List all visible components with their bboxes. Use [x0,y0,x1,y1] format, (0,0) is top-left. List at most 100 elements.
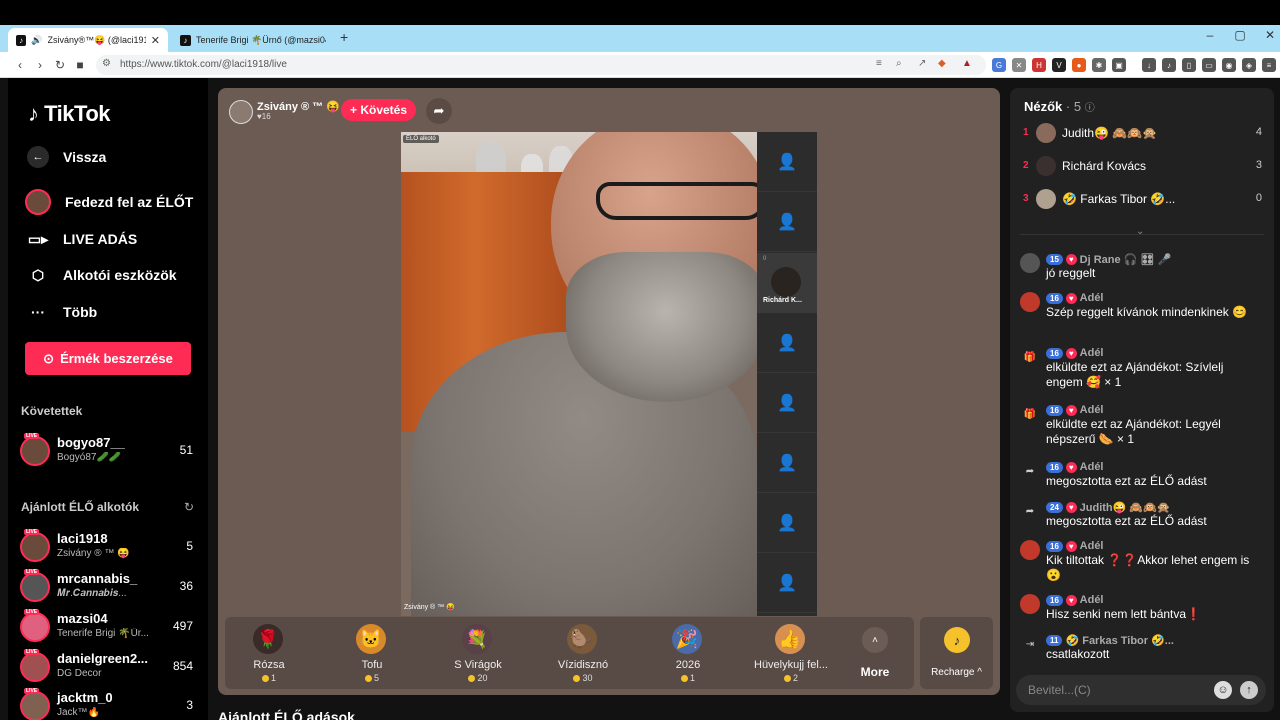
forward-icon[interactable]: › [32,57,48,73]
security-icon[interactable]: ◈ [1242,58,1256,72]
minimize-icon[interactable]: – [1198,28,1222,42]
tiktok-logo[interactable]: ♪ TikTok [28,101,110,127]
gift-item[interactable]: 🦫 Vízidisznó 30 [533,617,633,689]
coin-icon: ♪ [944,627,970,653]
recharge-button[interactable]: ♪ Recharge ^ [920,617,993,689]
recommended-account[interactable]: LIVE laci1918 Zsivány ® ™ 😝 5 [20,529,196,565]
share-page-icon[interactable]: ↗ [918,58,926,69]
guest-slot-empty[interactable]: 👤 [757,313,817,373]
nav-creator-tools[interactable]: ⬡ Alkotói eszközök [27,263,177,287]
guest-slot-empty[interactable]: 👤 [757,433,817,493]
gift-item[interactable]: 👍 Hüvelykujj fel... 2 [741,617,841,689]
browser-tab-active[interactable]: ♪ 🔊 Zsivány®™😝 (@laci1918) É... ✕ [8,28,168,52]
refresh-icon[interactable]: ↻ [184,500,194,514]
screenshot-icon[interactable]: ▣ [1112,58,1126,72]
download-icon[interactable]: ↓ [1142,58,1156,72]
send-icon[interactable]: ↑ [1240,681,1258,699]
new-tab-icon[interactable]: + [340,29,356,47]
extension-x-icon[interactable]: ✕ [1012,58,1026,72]
live-video[interactable] [401,132,757,616]
gift-price-value: 5 [373,673,379,683]
gift-price-value: 1 [689,673,695,683]
nav-live-broadcast[interactable]: ▭▸ LIVE ADÁS [27,227,137,251]
bookmark-icon[interactable]: ■ [72,57,88,73]
nav-more[interactable]: ··· Több [27,300,97,324]
recommended-account[interactable]: LIVE jacktm_0 Jack™🔥 3 [20,688,196,720]
thumbs-up-icon: 👍 [775,624,805,654]
guest-column: 👤 👤 👤 👤 👤 👤 👤 [757,132,817,616]
reload-icon[interactable]: ↻ [52,57,68,73]
translate-icon[interactable]: G [992,58,1006,72]
extension-orange-icon[interactable]: ● [1072,58,1086,72]
expand-viewers-icon[interactable]: ⌄ [1136,226,1144,237]
camera-icon: ▭▸ [27,230,49,247]
puzzle-icon[interactable]: ✱ [1092,58,1106,72]
warning-icon[interactable]: ▲ [962,58,972,69]
account-sub: 𝑴𝒓.𝑪𝒂𝒏𝒏𝒂𝒃𝒊𝒔... [57,588,127,599]
site-info-icon[interactable]: ⚙ [102,58,111,69]
following-account[interactable]: LIVE bogyo87__ Bogyó87🥒🥒 51 [20,433,196,469]
reader-icon[interactable]: ≡ [876,58,882,69]
viewer-name: Richárd Kovács [1062,159,1147,173]
recommended-account[interactable]: LIVE danielgreen2... DG Decor 854 [20,649,196,685]
account-name: bogyo87__ [57,435,125,450]
get-coins-button[interactable]: ⊙ Érmék beszerzése [25,342,191,375]
nav-explore-live[interactable]: Fedezd fel az ÉLŐT [25,189,193,215]
address-bar[interactable]: ⚙ https://www.tiktok.com/@laci1918/live … [96,55,986,75]
gift-price: 30 [533,673,633,683]
sidebar-toggle-icon[interactable]: ▯ [1182,58,1196,72]
top-viewer[interactable]: 2 Richárd Kovács 3 [1020,154,1266,178]
guest-slot-empty[interactable]: 👤 [757,132,817,192]
new-year-icon: 🎉 [672,624,702,654]
viewer-name: 🤣 Farkas Tibor 🤣... [1062,192,1176,206]
live-badge: LIVE [24,609,40,615]
follow-button[interactable]: + Követés [341,99,416,121]
host-avatar[interactable] [229,100,253,124]
hls-icon[interactable]: H [1032,58,1046,72]
guest-slot-empty[interactable]: 👤 [757,553,817,613]
menu-icon[interactable]: ≡ [1262,58,1276,72]
gift-item[interactable]: 🐱 Tofu 5 [322,617,422,689]
more-dots-icon: ··· [31,304,45,320]
coin-icon [680,675,688,683]
top-viewer[interactable]: 3 🤣 Farkas Tibor 🤣... 0 [1020,187,1266,211]
maximize-icon[interactable]: ▢ [1228,28,1252,42]
viewer-rank: 3 [1023,193,1029,204]
browser-tab[interactable]: ♪ Tenerife Brigi 🌴Ürnő (@mazsi04) É... [172,28,334,52]
extension-v-icon[interactable]: V [1052,58,1066,72]
guest-slot-empty[interactable]: 👤 [757,373,817,433]
username: Adél [1079,292,1104,304]
back-link[interactable]: ← Vissza [27,145,106,169]
gift-price-value: 20 [477,673,488,683]
avatar [20,612,50,642]
guest-slot-empty[interactable]: 👤 [757,493,817,553]
gift-item[interactable]: 🌹 Rózsa 1 [219,617,319,689]
heart-badge-icon: ♥ [1065,404,1077,416]
gift-price-value: 30 [582,673,593,683]
guest-slot-active[interactable]: 0 Richárd K... [757,253,817,313]
message-text: megosztotta ezt az ÉLŐ adást [1046,474,1207,488]
message-header: 16 ♥ Adél [1046,539,1104,553]
emoji-icon[interactable]: ☺ [1214,681,1232,699]
heart-badge-icon: ♥ [1065,347,1077,359]
more-gifts-button[interactable]: ˄ More [850,617,900,689]
music-icon[interactable]: ♪ [1162,58,1176,72]
tab-title: Zsivány®™😝 (@laci1918) É... [47,34,146,45]
wallet-icon[interactable]: ▭ [1202,58,1216,72]
shield-icon[interactable]: ◆ [938,58,946,69]
help-icon[interactable]: ⓘ [1085,103,1095,114]
recommended-account[interactable]: LIVE mrcannabis_ 𝑴𝒓.𝑪𝒂𝒏𝒏𝒂𝒃𝒊𝒔... 36 [20,569,196,605]
close-window-icon[interactable]: ✕ [1258,28,1280,42]
zoom-icon[interactable]: ⌕ [896,58,902,69]
vpn-icon[interactable]: ◉ [1222,58,1236,72]
account-sub: Zsivány ® ™ 😝 [57,548,130,559]
gift-item[interactable]: 💐 S Virágok 20 [428,617,528,689]
recommended-account[interactable]: LIVE mazsi04 Tenerife Brigi 🌴Ür... 497 [20,609,196,645]
gift-item[interactable]: 🎉 2026 1 [638,617,738,689]
top-viewer[interactable]: 1 Judith😜 🙈🙉🙊 4 [1020,121,1266,145]
back-icon[interactable]: ‹ [12,57,28,73]
close-tab-icon[interactable]: ✕ [151,34,160,47]
guest-slot-empty[interactable]: 👤 [757,192,817,252]
message-text: elküldte ezt az Ajándékot: Szívlelj enge… [1046,360,1224,389]
share-icon[interactable]: ➦ [426,98,452,124]
